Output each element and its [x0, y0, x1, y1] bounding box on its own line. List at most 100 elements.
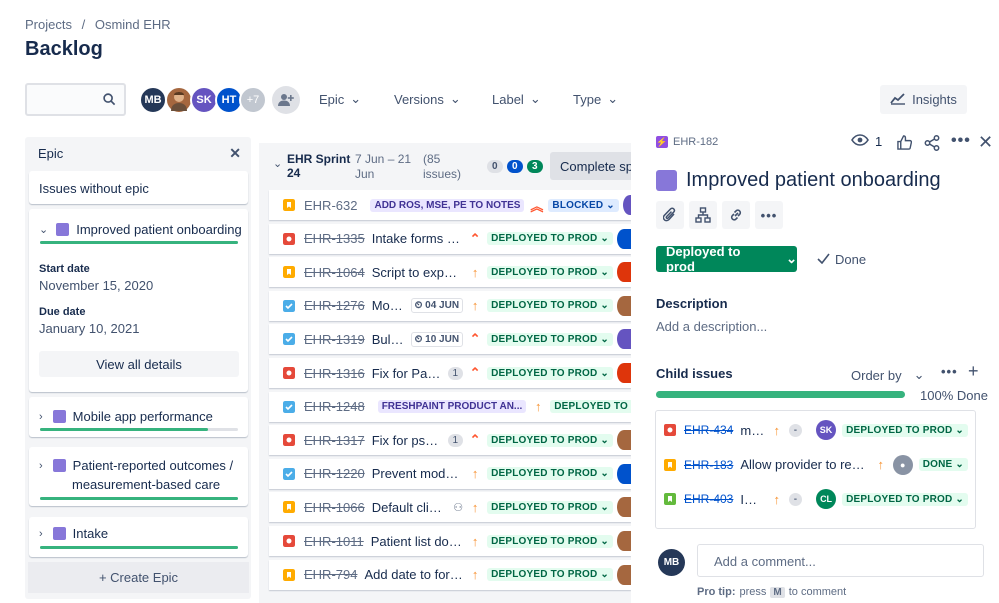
status-dropdown-button[interactable]: Deployed to prod ⌄: [656, 244, 797, 274]
issue-key[interactable]: EHR-794: [304, 567, 357, 582]
issue-row[interactable]: EHR-632C..ADD ROS, MSE, PE TO NOTES︽BLOC…: [269, 190, 631, 220]
status-lozenge[interactable]: DEPLOYED TO PROD ⌄: [487, 366, 613, 380]
status-lozenge[interactable]: DEPLOYED TO PROD ⌄: [487, 433, 613, 447]
description-field[interactable]: Add a description...: [656, 319, 767, 334]
insights-button[interactable]: Insights: [880, 85, 967, 114]
avatar[interactable]: SK: [816, 420, 837, 440]
order-by-dropdown[interactable]: Order by ⌄: [851, 367, 924, 383]
status-lozenge[interactable]: DEPLOYED TO PROD ⌄: [487, 232, 613, 246]
status-lozenge[interactable]: DEPLOYED TO PROD ⌄: [487, 568, 613, 582]
issue-key[interactable]: EHR-403: [684, 492, 733, 506]
avatar[interactable]: [165, 86, 193, 114]
status-lozenge[interactable]: DEPLOYED TO PROD ⌄: [487, 467, 613, 481]
status-lozenge[interactable]: DONE ⌄: [918, 458, 968, 471]
share-icon[interactable]: [924, 135, 940, 154]
epic-tag[interactable]: FRESHPAINT PRODUCT AN...: [377, 400, 527, 414]
child-issue-row[interactable]: EHR-434 mi... ↑ - SK DEPLOYED TO PROD ⌄: [656, 413, 974, 447]
epic-card[interactable]: › Intake: [29, 517, 248, 557]
avatar[interactable]: [617, 430, 631, 451]
link-icon[interactable]: [722, 201, 750, 229]
child-issue-row[interactable]: EHR-403 Im... ↑ - CL DEPLOYED TO PROD ⌄: [656, 482, 974, 516]
issue-row[interactable]: EHR-1317 Fix for psych ... 1 ⌃ DEPLOYED TO P…: [269, 425, 631, 456]
avatar[interactable]: [617, 295, 631, 316]
status-lozenge[interactable]: DEPLOYED TO PROD ⌄: [842, 423, 968, 437]
filter-versions[interactable]: Versions ⌄: [394, 91, 461, 107]
search-input[interactable]: [25, 83, 126, 116]
child-issue-icon[interactable]: [689, 201, 717, 229]
issue-key[interactable]: EHR-434: [684, 423, 733, 437]
avatar[interactable]: [617, 531, 631, 551]
avatar[interactable]: SK: [190, 86, 218, 114]
issue-row[interactable]: EHR-794 Add date to forms ... ↑ DEPLOYED TO…: [269, 559, 631, 590]
filter-type[interactable]: Type ⌄: [573, 91, 618, 107]
close-icon[interactable]: ✕: [978, 132, 993, 153]
add-people-icon[interactable]: [272, 86, 300, 114]
issue-key[interactable]: EHR-1220: [304, 466, 365, 481]
chevron-down-icon[interactable]: ⌄: [273, 157, 282, 170]
detail-breadcrumb[interactable]: ⚡ EHR-182: [656, 136, 718, 148]
issue-key[interactable]: EHR-1335: [304, 231, 365, 246]
issues-without-epic[interactable]: Issues without epic: [29, 171, 248, 204]
create-epic-button[interactable]: + Create Epic: [28, 562, 249, 593]
close-icon[interactable]: ✕: [229, 145, 241, 162]
view-all-details-button[interactable]: View all details: [39, 351, 239, 377]
issue-row[interactable]: EHR-1335 Intake forms not s... ⌃ DEPLOYED T…: [269, 223, 631, 254]
issue-row[interactable]: EHR-1276 Move t... ⏲ 04 JUN ↑ DEPLOYED TO PR…: [269, 290, 631, 321]
add-icon[interactable]: +: [968, 361, 979, 382]
chevron-right-icon[interactable]: ›: [39, 411, 43, 423]
status-lozenge[interactable]: DEPLOYED TO PROD ⌄: [842, 492, 968, 506]
issue-row[interactable]: EHR-1064 Script to export d... ↑ DEPLOYED T…: [269, 257, 631, 288]
more-actions-icon[interactable]: •••: [755, 201, 783, 229]
issue-key[interactable]: EHR-1319: [304, 332, 365, 347]
breadcrumb-projects[interactable]: Projects: [25, 17, 72, 32]
chevron-down-icon[interactable]: ⌄: [39, 223, 48, 236]
status-lozenge[interactable]: DEPLOYED TO PROD ⌄: [487, 534, 613, 548]
status-lozenge[interactable]: DEPLOYED TO PROD ⌄: [487, 332, 613, 346]
status-lozenge[interactable]: DEPLOYED TO PROD ⌄: [487, 500, 613, 514]
avatar[interactable]: [617, 262, 631, 283]
issue-key[interactable]: EHR-1011: [304, 534, 364, 549]
issue-key[interactable]: EHR-1317: [304, 433, 365, 448]
issue-key[interactable]: EHR-183: [684, 458, 733, 472]
avatar[interactable]: [617, 363, 631, 383]
filter-epic[interactable]: Epic ⌄: [319, 91, 361, 107]
unassigned-avatar-icon[interactable]: ●: [892, 454, 913, 475]
thumbs-up-icon[interactable]: [897, 135, 913, 153]
avatar[interactable]: [617, 497, 631, 518]
issue-key[interactable]: EHR-1248: [304, 399, 365, 414]
issue-key[interactable]: EHR-1066: [304, 500, 365, 515]
epic-card[interactable]: › Mobile app performance: [29, 397, 248, 437]
issue-title[interactable]: Improved patient onboarding: [656, 169, 941, 192]
issue-row[interactable]: EHR-1066 Default clinic-... ⚇ ↑ DEPLOYED TO …: [269, 492, 631, 523]
avatar[interactable]: [617, 228, 631, 249]
status-lozenge[interactable]: DEPLOYED TO PROD ⌄: [487, 265, 613, 279]
avatar[interactable]: [617, 564, 631, 585]
epic-tag[interactable]: ADD ROS, MSE, PE TO NOTES: [370, 198, 525, 212]
avatar[interactable]: CL: [816, 489, 837, 509]
avatar[interactable]: [617, 463, 631, 484]
filter-label[interactable]: Label ⌄: [492, 91, 541, 107]
status-lozenge[interactable]: DEPLOYED TO PROD ⌄: [550, 400, 631, 414]
complete-sprint-button[interactable]: Complete sp: [550, 152, 631, 180]
chevron-right-icon[interactable]: ›: [39, 528, 43, 540]
avatar[interactable]: [622, 195, 631, 215]
issue-row[interactable]: EHR-1319 Bulk In... ⏲ 10 JUN ⌃ DEPLOYED TO P…: [269, 324, 631, 355]
watch-button[interactable]: 1: [851, 134, 882, 149]
status-lozenge[interactable]: DEPLOYED TO PROD ⌄: [487, 299, 613, 313]
issue-row[interactable]: EHR-1248 FRESHPAINT PRODUCT AN... ↑ DEPLOYE…: [269, 391, 631, 422]
issue-key[interactable]: EHR-1064: [304, 265, 365, 280]
comment-input[interactable]: Add a comment...: [697, 544, 984, 577]
avatar[interactable]: [617, 329, 631, 350]
breadcrumb-project[interactable]: Osmind EHR: [95, 17, 171, 32]
issue-row[interactable]: EHR-1220 Prevent modal fro... ↑ DEPLOYED TO…: [269, 458, 631, 489]
more-avatars-badge[interactable]: +7: [239, 86, 267, 114]
more-icon[interactable]: •••: [941, 364, 958, 379]
issue-key[interactable]: EHR-632: [304, 198, 357, 213]
issue-row[interactable]: EHR-1011 Patient list doesnt ... ↑ DEPLOYED…: [269, 526, 631, 556]
epic-card-expanded[interactable]: ⌄ Improved patient onboarding Start date…: [29, 209, 248, 392]
attach-icon[interactable]: [656, 201, 684, 229]
status-lozenge[interactable]: BLOCKED ⌄: [548, 198, 619, 212]
issue-key[interactable]: EHR-1316: [304, 366, 365, 381]
avatar[interactable]: MB: [139, 86, 167, 114]
child-issue-row[interactable]: EHR-183 Allow provider to res... ↑ ● DONE ⌄: [656, 448, 974, 482]
